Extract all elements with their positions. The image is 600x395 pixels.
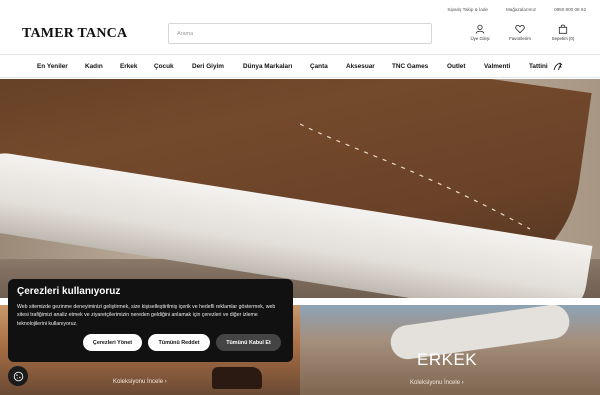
tattini-horse-icon <box>553 62 563 71</box>
cookie-settings-button[interactable] <box>8 366 28 386</box>
nav-item-deri-giyim[interactable]: Deri Giyim <box>192 63 224 70</box>
men-collection-link[interactable]: Koleksiyonu İncele › <box>410 380 464 386</box>
site-logo[interactable]: TAMER TANCA <box>22 26 127 42</box>
nav-item-en-yeniler[interactable]: En Yeniler <box>37 63 68 70</box>
search-input[interactable]: Arama <box>168 23 432 44</box>
cart-button[interactable]: Sepetim (0) <box>546 24 580 41</box>
nav-item-dunya-markalari[interactable]: Dünya Markaları <box>243 63 292 70</box>
favorites-button[interactable]: Favorilerim <box>503 24 537 41</box>
heart-icon <box>515 25 525 34</box>
men-collection-title: ERKEK <box>417 350 478 369</box>
order-tracking-link[interactable]: Sipariş Takip & İade <box>447 7 488 12</box>
account-button[interactable]: Üye Girişi <box>463 24 497 41</box>
hero-banner[interactable] <box>0 79 600 298</box>
lounger-image <box>388 305 572 362</box>
cookie-banner-title: Çerezleri kullanıyoruz <box>17 286 121 297</box>
accept-all-button[interactable]: Tümünü Kabul Et <box>216 334 281 351</box>
nav-item-erkek[interactable]: Erkek <box>120 63 137 70</box>
cookie-banner: Çerezleri kullanıyoruz Web sitemizde gez… <box>8 279 293 362</box>
cookie-banner-text: Web sitemizde gezinme deneyiminizi geliş… <box>17 304 276 327</box>
phone-number[interactable]: 0850 800 08 62 <box>554 7 586 12</box>
women-collection-link[interactable]: Koleksiyonu İncele › <box>113 379 167 385</box>
nav-item-valmenti[interactable]: Valmenti <box>484 63 510 70</box>
nav-item-canta[interactable]: Çanta <box>310 63 328 70</box>
hero-shoe-stitching <box>300 123 531 230</box>
shopping-bag-icon <box>558 24 568 34</box>
favorites-label: Favorilerim <box>509 36 531 41</box>
cart-label: Sepetim (0) <box>551 36 575 41</box>
nav-item-tattini[interactable]: Tattini <box>529 63 548 70</box>
nav-item-tnc-games[interactable]: TNC Games <box>392 63 428 70</box>
nav-item-cocuk[interactable]: Çocuk <box>154 63 174 70</box>
site-header: TAMER TANCA Arama Üye Girişi Favorilerim… <box>0 18 600 53</box>
account-label: Üye Girişi <box>470 36 490 41</box>
stores-link[interactable]: Mağazalarımız <box>506 7 536 12</box>
manage-cookies-button[interactable]: Çerezleri Yönet <box>83 334 142 351</box>
nav-item-kadin[interactable]: Kadın <box>85 63 103 70</box>
nav-item-outlet[interactable]: Outlet <box>447 63 465 70</box>
reject-all-button[interactable]: Tümünü Reddet <box>148 334 210 351</box>
sandal-image <box>212 367 262 389</box>
top-utility-bar: Sipariş Takip & İade Mağazalarımız 0850 … <box>0 0 600 18</box>
nav-item-aksesuar[interactable]: Aksesuar <box>346 63 375 70</box>
main-navigation: En Yeniler Kadın Erkek Çocuk Deri Giyim … <box>0 54 600 78</box>
cookie-banner-actions: Çerezleri Yönet Tümünü Reddet Tümünü Kab… <box>83 334 281 351</box>
men-collection-tile[interactable]: ERKEK Koleksiyonu İncele › <box>300 305 600 395</box>
cookie-icon <box>13 371 23 381</box>
user-icon <box>475 24 485 34</box>
